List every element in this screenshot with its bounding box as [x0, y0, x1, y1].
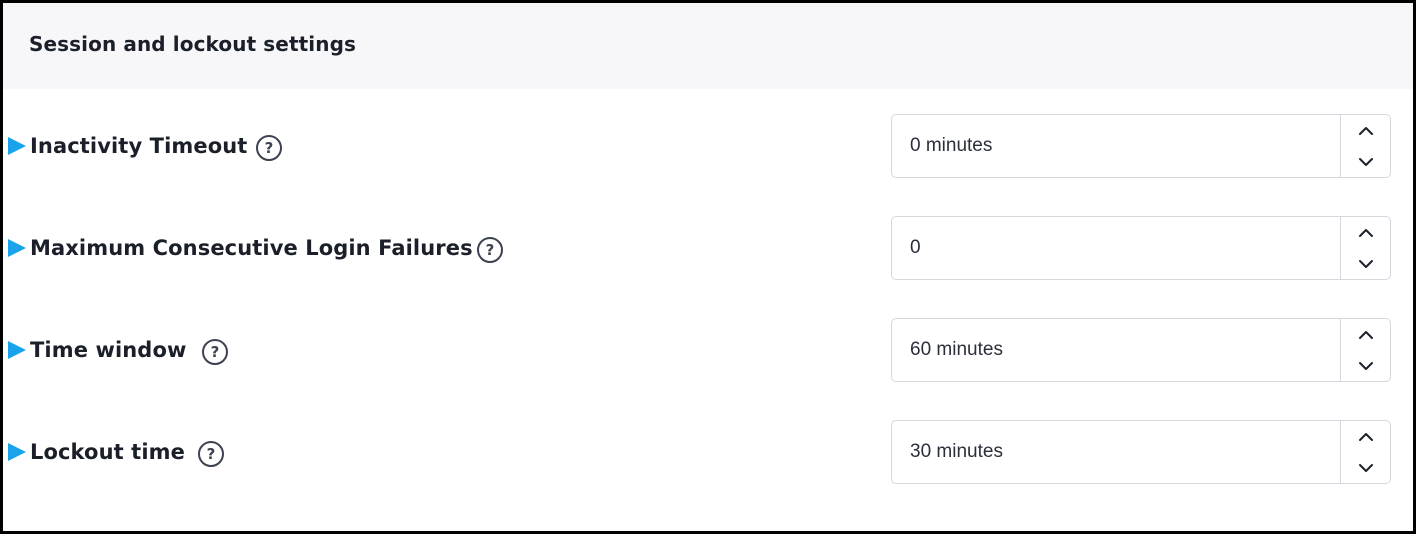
chevron-up-icon — [1359, 228, 1373, 237]
max-login-failures-stepper[interactable] — [891, 216, 1391, 280]
setting-row-max-login-failures: Maximum Consecutive Login Failures ? — [3, 216, 1413, 280]
chevron-down-icon — [1359, 463, 1373, 472]
setting-label: Lockout time — [30, 440, 185, 464]
increment-button[interactable] — [1341, 217, 1391, 248]
max-login-failures-input[interactable] — [892, 217, 1340, 279]
chevron-down-icon — [1359, 361, 1373, 370]
inactivity-timeout-input[interactable] — [892, 115, 1340, 177]
lockout-time-input[interactable] — [892, 421, 1340, 483]
decrement-button[interactable] — [1341, 452, 1391, 483]
inactivity-timeout-stepper[interactable] — [891, 114, 1391, 178]
lockout-time-stepper[interactable] — [891, 420, 1391, 484]
question-circle-icon[interactable]: ? — [202, 339, 228, 365]
setting-row-inactivity-timeout: Inactivity Timeout ? — [3, 114, 1413, 178]
chevron-up-icon — [1359, 330, 1373, 339]
triangle-right-icon — [8, 341, 26, 359]
question-circle-icon[interactable]: ? — [198, 441, 224, 467]
increment-button[interactable] — [1341, 319, 1391, 350]
stepper-buttons — [1340, 319, 1390, 381]
question-circle-icon[interactable]: ? — [256, 135, 282, 161]
triangle-right-icon — [8, 239, 26, 257]
stepper-buttons — [1340, 217, 1390, 279]
increment-button[interactable] — [1341, 115, 1391, 146]
increment-button[interactable] — [1341, 421, 1391, 452]
setting-label: Time window — [30, 338, 187, 362]
triangle-right-icon — [8, 137, 26, 155]
time-window-input[interactable] — [892, 319, 1340, 381]
setting-row-time-window: Time window ? — [3, 318, 1413, 382]
decrement-button[interactable] — [1341, 350, 1391, 381]
stepper-buttons — [1340, 115, 1390, 177]
chevron-down-icon — [1359, 157, 1373, 166]
chevron-up-icon — [1359, 432, 1373, 441]
decrement-button[interactable] — [1341, 146, 1391, 177]
stepper-buttons — [1340, 421, 1390, 483]
setting-label: Inactivity Timeout — [30, 134, 248, 158]
setting-label: Maximum Consecutive Login Failures — [30, 236, 473, 260]
question-circle-icon[interactable]: ? — [477, 237, 503, 263]
triangle-right-icon — [8, 443, 26, 461]
panel-header: Session and lockout settings — [3, 3, 1413, 89]
decrement-button[interactable] — [1341, 248, 1391, 279]
setting-row-lockout-time: Lockout time ? — [3, 420, 1413, 484]
chevron-up-icon — [1359, 126, 1373, 135]
time-window-stepper[interactable] — [891, 318, 1391, 382]
chevron-down-icon — [1359, 259, 1373, 268]
settings-panel: Session and lockout settings Inactivity … — [0, 0, 1416, 534]
panel-title: Session and lockout settings — [29, 32, 357, 56]
